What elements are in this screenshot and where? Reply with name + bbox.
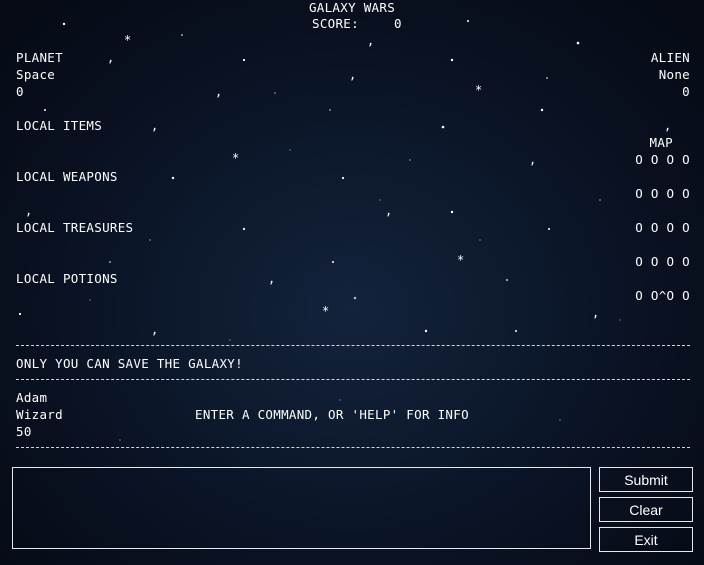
svg-text:,: , <box>367 34 374 48</box>
galaxy-message: ONLY YOU CAN SAVE THE GALAXY! <box>16 356 243 371</box>
svg-text:,: , <box>592 306 599 320</box>
local-potions-heading: LOCAL POTIONS <box>16 271 118 286</box>
local-treasures-heading: LOCAL TREASURES <box>16 220 134 235</box>
game-title: GALAXY WARS <box>308 0 396 15</box>
svg-text:,: , <box>664 119 671 133</box>
map-row: O O O O <box>635 186 690 201</box>
star-glyphs: * * * * * ,,, ,,, ,,, ,,, <box>25 33 671 337</box>
planet-name: Space <box>16 67 56 82</box>
map-row: O O O O <box>635 220 690 235</box>
clear-button[interactable]: Clear <box>599 497 693 522</box>
map-row: O O O O <box>635 254 690 269</box>
svg-text:*: * <box>322 304 329 318</box>
alien-name: None <box>658 67 690 82</box>
player-name: Adam <box>16 390 48 405</box>
svg-text:,: , <box>25 204 32 218</box>
svg-text:,: , <box>385 204 392 218</box>
local-items-heading: LOCAL ITEMS <box>16 118 103 133</box>
svg-text:*: * <box>124 33 131 47</box>
map-row: O O O O <box>635 152 690 167</box>
planet-value: 0 <box>16 84 24 99</box>
command-input[interactable] <box>12 467 591 549</box>
score-value: 0 <box>394 16 402 31</box>
svg-text:,: , <box>529 153 536 167</box>
svg-text:,: , <box>215 85 222 99</box>
svg-text:,: , <box>107 51 114 65</box>
map-row-player: O O^O O <box>635 288 690 303</box>
alien-value: 0 <box>682 84 690 99</box>
svg-text:*: * <box>475 83 482 97</box>
score-label: SCORE: <box>312 16 359 31</box>
exit-button[interactable]: Exit <box>599 527 693 552</box>
planet-header: PLANET <box>16 50 63 65</box>
svg-text:,: , <box>349 68 356 82</box>
divider <box>16 379 690 380</box>
svg-text:,: , <box>268 272 275 286</box>
map-label: MAP <box>649 135 673 150</box>
svg-text:,: , <box>151 119 158 133</box>
alien-header: ALIEN <box>650 50 690 65</box>
player-value: 50 <box>16 424 32 439</box>
svg-text:*: * <box>232 151 239 165</box>
submit-button[interactable]: Submit <box>599 467 693 492</box>
svg-text:*: * <box>457 253 464 267</box>
player-class: Wizard <box>16 407 63 422</box>
svg-text:,: , <box>151 323 158 337</box>
command-prompt: ENTER A COMMAND, OR 'HELP' FOR INFO <box>195 407 469 422</box>
divider <box>16 345 690 346</box>
divider <box>16 447 690 448</box>
local-weapons-heading: LOCAL WEAPONS <box>16 169 118 184</box>
